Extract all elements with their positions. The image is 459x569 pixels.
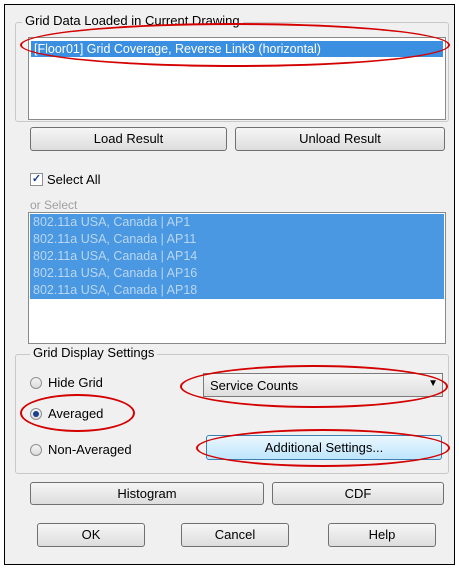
display-mode-value: Service Counts <box>210 378 299 393</box>
ok-button[interactable]: OK <box>37 523 145 547</box>
averaged-radio-dot <box>33 411 39 417</box>
grid-display-title: Grid Display Settings <box>30 345 158 360</box>
histogram-button[interactable]: Histogram <box>30 482 264 505</box>
load-result-button[interactable]: Load Result <box>30 127 227 151</box>
select-all-label: Select All <box>47 172 101 187</box>
unload-result-button[interactable]: Unload Result <box>235 127 445 151</box>
hide-grid-label: Hide Grid <box>48 375 103 390</box>
non-averaged-radio[interactable] <box>30 444 42 456</box>
grid-data-selected-item[interactable]: [Floor01] Grid Coverage, Reverse Link9 (… <box>31 41 443 57</box>
access-point-item[interactable]: 802.11a USA, Canada | AP14 <box>30 248 444 265</box>
additional-settings-button[interactable]: Additional Settings... <box>206 435 442 460</box>
averaged-radio[interactable] <box>30 408 42 420</box>
display-mode-dropdown[interactable]: Service Counts ▼ <box>203 373 443 397</box>
cdf-button[interactable]: CDF <box>272 482 444 505</box>
access-point-item[interactable]: 802.11a USA, Canada | AP11 <box>30 231 444 248</box>
cancel-button[interactable]: Cancel <box>181 523 289 547</box>
access-point-item[interactable]: 802.11a USA, Canada | AP18 <box>30 282 444 299</box>
dropdown-arrow-icon: ▼ <box>428 378 438 389</box>
help-button[interactable]: Help <box>328 523 436 547</box>
select-all-checkbox[interactable]: ✓ <box>30 173 43 186</box>
averaged-label: Averaged <box>48 406 104 421</box>
access-point-list[interactable]: 802.11a USA, Canada | AP1 802.11a USA, Ca… <box>28 212 446 344</box>
grid-data-listbox[interactable]: [Floor01] Grid Coverage, Reverse Link9 (… <box>28 37 446 120</box>
hide-grid-radio[interactable] <box>30 377 42 389</box>
access-point-item[interactable]: 802.11a USA, Canada | AP1 <box>30 214 444 231</box>
access-point-item[interactable]: 802.11a USA, Canada | AP16 <box>30 265 444 282</box>
grid-data-title: Grid Data Loaded in Current Drawing <box>22 13 243 28</box>
or-select-label: or Select <box>30 198 78 212</box>
access-point-items: 802.11a USA, Canada | AP1 802.11a USA, Ca… <box>30 214 444 299</box>
non-averaged-label: Non-Averaged <box>48 442 132 457</box>
